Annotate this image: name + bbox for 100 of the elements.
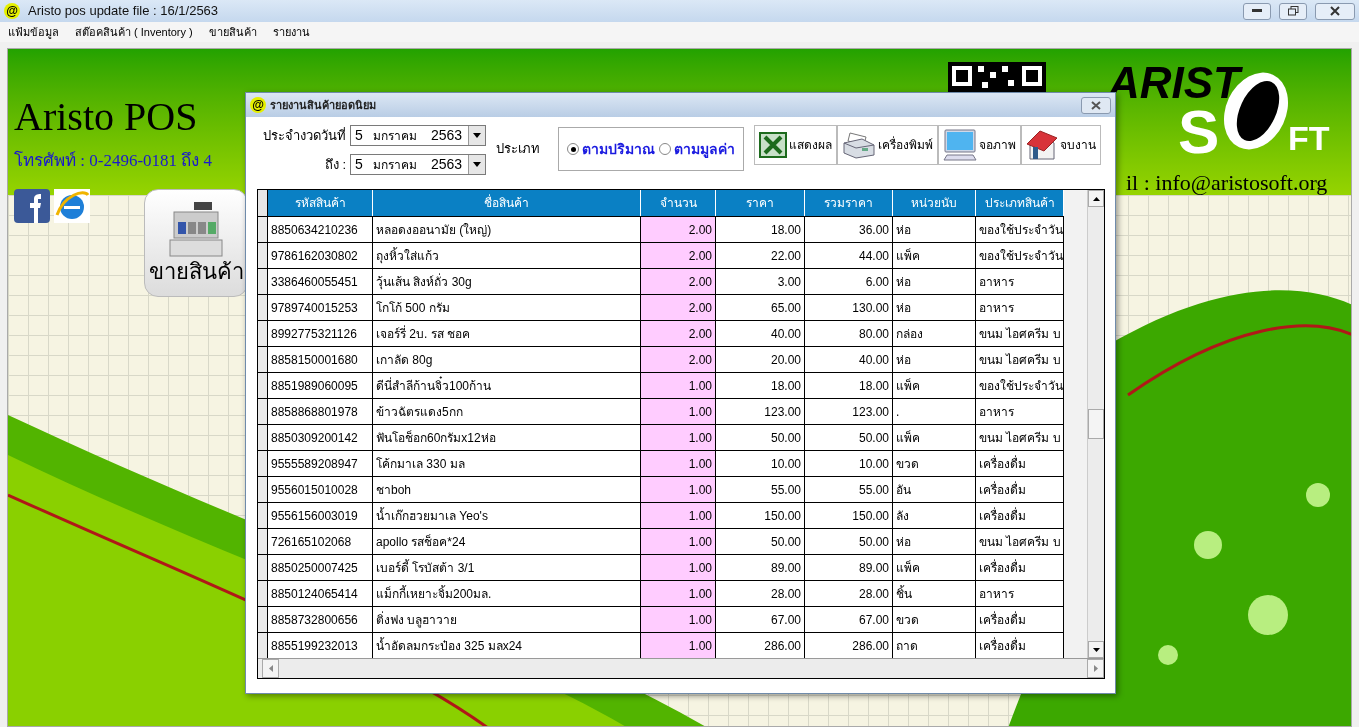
- table-cell: น้ำเก๊กฮวยมาเล Yeo's: [373, 503, 641, 528]
- table-cell: ห่อ: [893, 529, 976, 554]
- table-cell: เครื่องดื่ม: [976, 607, 1064, 632]
- column-header[interactable]: รวมราคา: [805, 190, 893, 216]
- table-cell: 2.00: [641, 243, 716, 268]
- table-cell: ขนม ไอศครีม บ: [976, 321, 1064, 346]
- row-header[interactable]: [258, 399, 268, 424]
- browser-icon[interactable]: [54, 189, 90, 223]
- water-drop: [1158, 645, 1178, 665]
- table-cell: 8992775321126: [268, 321, 373, 346]
- from-date-label: ประจำงวดวันที่: [262, 126, 346, 145]
- monitor-icon: [943, 129, 977, 161]
- column-header[interactable]: ชื่อสินค้า: [373, 190, 641, 216]
- table-cell: ห่อ: [893, 269, 976, 294]
- to-date-label: ถึง :: [323, 155, 346, 174]
- row-header[interactable]: [258, 581, 268, 606]
- column-header[interactable]: รหัสสินค้า: [268, 190, 373, 216]
- row-header[interactable]: [258, 555, 268, 580]
- radio-option[interactable]: ตามปริมาณ: [567, 138, 655, 160]
- vertical-scrollbar[interactable]: [1087, 190, 1104, 658]
- date-year: 2563: [431, 126, 464, 145]
- sell-button[interactable]: ขายสินค้า: [144, 189, 248, 297]
- table-cell: 8850124065414: [268, 581, 373, 606]
- column-header[interactable]: ประเภทสินค้า: [976, 190, 1064, 216]
- row-header[interactable]: [258, 295, 268, 320]
- radio-button[interactable]: [659, 143, 671, 155]
- row-header[interactable]: [258, 217, 268, 242]
- menu-item[interactable]: สต๊อคสินค้า ( Inventory ): [75, 23, 193, 41]
- table-cell: ห่อ: [893, 217, 976, 242]
- row-header[interactable]: [258, 451, 268, 476]
- table-cell: ของใช้ประจำวัน: [976, 373, 1064, 398]
- printer-icon: [842, 131, 876, 159]
- table-cell: 8858150001680: [268, 347, 373, 372]
- restore-button[interactable]: [1279, 2, 1307, 20]
- table-cell: 1.00: [641, 373, 716, 398]
- date-dropdown[interactable]: 5 มกราคม 2563: [350, 154, 486, 175]
- toolbar-button[interactable]: แสดงผล: [754, 125, 837, 165]
- column-header[interactable]: หน่วยนับ: [893, 190, 976, 216]
- table-cell: ขวด: [893, 607, 976, 632]
- row-header[interactable]: [258, 477, 268, 502]
- radio-button[interactable]: [567, 143, 579, 155]
- table-cell: 9789740015253: [268, 295, 373, 320]
- close-icon: [1330, 6, 1340, 16]
- toolbar-button[interactable]: จอภาพ: [938, 125, 1021, 165]
- row-header[interactable]: [258, 529, 268, 554]
- table-cell: ถุงหิ้วใส่แก้ว: [373, 243, 641, 268]
- table-cell: 9556015010028: [268, 477, 373, 502]
- row-header[interactable]: [258, 607, 268, 632]
- row-header[interactable]: [258, 633, 268, 658]
- table-cell: 8858868801978: [268, 399, 373, 424]
- table-cell: เครื่องดื่ม: [976, 477, 1064, 502]
- scroll-left-icon[interactable]: [262, 659, 279, 678]
- horizontal-scrollbar[interactable]: [258, 658, 1104, 678]
- table-cell: ถาด: [893, 633, 976, 658]
- scroll-thumb[interactable]: [1088, 409, 1104, 439]
- table-cell: 1.00: [641, 451, 716, 476]
- row-header[interactable]: [258, 503, 268, 528]
- scroll-down-icon[interactable]: [1088, 641, 1104, 658]
- table-cell: หลอดงออนามัย (ใหญ่): [373, 217, 641, 242]
- radio-option[interactable]: ตามมูลค่า: [659, 138, 735, 160]
- table-cell: โกโก้ 500 กรัม: [373, 295, 641, 320]
- facebook-icon[interactable]: [14, 189, 50, 223]
- row-header[interactable]: [258, 425, 268, 450]
- date-month: มกราคม: [373, 156, 418, 174]
- house-icon: [1026, 129, 1058, 161]
- table-cell: ขวด: [893, 451, 976, 476]
- scroll-up-icon[interactable]: [1088, 190, 1104, 207]
- column-header[interactable]: จำนวน: [641, 190, 716, 216]
- column-header[interactable]: ราคา: [716, 190, 805, 216]
- row-header[interactable]: [258, 321, 268, 346]
- minimize-icon: [1252, 9, 1262, 13]
- toolbar-button[interactable]: เครื่องพิมพ์: [837, 125, 938, 165]
- menu-item[interactable]: ขายสินค้า: [208, 23, 257, 41]
- table-cell: 1.00: [641, 399, 716, 424]
- table-cell: เครื่องดื่ม: [976, 633, 1064, 658]
- row-header[interactable]: [258, 269, 268, 294]
- row-header[interactable]: [258, 373, 268, 398]
- table-cell: 2.00: [641, 347, 716, 372]
- menu-item[interactable]: แฟ้มข้อมูล: [8, 23, 59, 41]
- table-cell: โค้กมาเล 330 มล: [373, 451, 641, 476]
- close-button[interactable]: [1081, 96, 1111, 114]
- close-button[interactable]: [1315, 2, 1355, 20]
- row-header[interactable]: [258, 243, 268, 268]
- table-cell: น้ำอัดลมกระป๋อง 325 มลx24: [373, 633, 641, 658]
- toolbar-button[interactable]: จบงาน: [1021, 125, 1101, 165]
- menu-item[interactable]: รายงาน: [272, 23, 310, 41]
- date-day: 5: [351, 125, 373, 146]
- minimize-button[interactable]: [1243, 2, 1271, 20]
- table-cell: 2.00: [641, 269, 716, 294]
- table-cell: 8850634210236: [268, 217, 373, 242]
- table-cell: 8850309200142: [268, 425, 373, 450]
- date-month: มกราคม: [373, 127, 418, 145]
- table-cell: ขนม ไอศครีม บ: [976, 529, 1064, 554]
- table-cell: 2.00: [641, 295, 716, 320]
- table-cell: เกาลัด 80g: [373, 347, 641, 372]
- row-header[interactable]: [258, 347, 268, 372]
- type-label: ประเภท: [496, 140, 540, 158]
- close-icon: [1091, 100, 1101, 110]
- date-dropdown[interactable]: 5 มกราคม 2563: [350, 125, 486, 146]
- table-cell: วุ้นเส้น สิงห์ถั่ว 30g: [373, 269, 641, 294]
